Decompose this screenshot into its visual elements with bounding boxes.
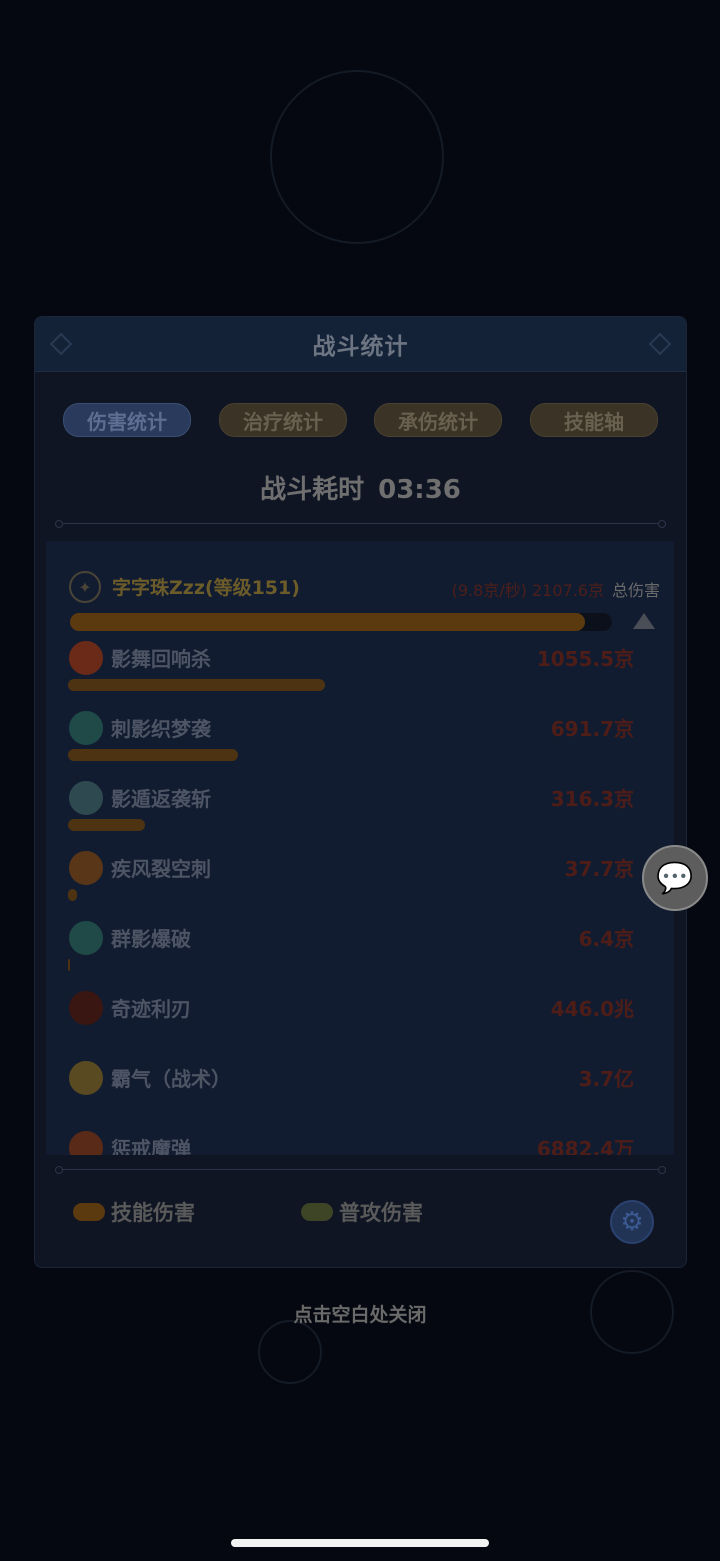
tab-skill-timeline[interactable]: 技能轴	[530, 403, 658, 437]
divider-top	[55, 518, 666, 530]
panel-title: 战斗统计	[312, 334, 409, 360]
total-damage-label: 总伤害	[611, 581, 660, 600]
player-dps-total: (9.8京/秒) 2107.6京	[451, 581, 604, 600]
battle-duration: 战斗耗时 03:36	[35, 469, 686, 506]
skill-row: 霸气（战术） 3.7亿	[46, 1055, 674, 1125]
chat-icon: 💬	[656, 860, 694, 896]
collapse-triangle-icon[interactable]	[633, 613, 655, 629]
skill-row: 影遁返袭斩 316.3京	[46, 775, 674, 845]
skill-name: 霸气（战术）	[111, 1067, 231, 1091]
stats-tabs: 伤害统计 治疗统计 承伤统计 技能轴	[63, 403, 659, 437]
tab-healing-stats[interactable]: 治疗统计	[219, 403, 347, 437]
skill-damage-value: 1055.5京	[536, 647, 634, 671]
shadow-blade-icon	[69, 781, 103, 815]
player-damage-bar-fill	[70, 613, 585, 631]
skill-damage-bar	[68, 959, 70, 971]
skill-damage-value: 37.7京	[564, 857, 634, 881]
tab-damage-taken-stats[interactable]: 承伤统计	[374, 403, 502, 437]
legend-swatch	[301, 1203, 333, 1221]
legend-label: 技能伤害	[111, 1201, 195, 1225]
skill-row: 群影爆破 6.4京	[46, 915, 674, 985]
skill-damage-value: 691.7京	[550, 717, 634, 741]
slash-red-icon	[69, 641, 103, 675]
panel-header: 战斗统计	[35, 317, 686, 372]
skill-name: 群影爆破	[111, 927, 191, 951]
player-damage-bar	[70, 613, 612, 631]
legend-normal-damage: 普攻伤害	[301, 1197, 423, 1227]
gear-icon: ⚙	[620, 1207, 644, 1237]
spiral-teal-icon	[69, 711, 103, 745]
skill-damage-value: 6882.4万	[536, 1137, 634, 1155]
chat-bubble-button[interactable]: 💬	[642, 845, 708, 911]
skill-row: 影舞回响杀 1055.5京	[46, 635, 674, 705]
skill-row: 刺影织梦袭 691.7京	[46, 705, 674, 775]
divider-bottom	[55, 1164, 666, 1176]
background-icon	[258, 1320, 322, 1384]
skill-damage-bar	[68, 749, 238, 761]
home-indicator[interactable]	[231, 1539, 489, 1547]
tab-damage-stats[interactable]: 伤害统计	[63, 403, 191, 437]
skill-damage-bar	[68, 679, 325, 691]
punish-bullet-icon	[69, 1131, 103, 1155]
skill-name: 惩戒魔弹	[111, 1137, 191, 1155]
skill-damage-bar	[68, 819, 146, 831]
wind-pierce-icon	[69, 851, 103, 885]
skill-damage-value: 6.4京	[578, 927, 634, 951]
skill-damage-value: 316.3京	[550, 787, 634, 811]
legend-swatch	[73, 1203, 105, 1221]
damage-legend: 技能伤害 普攻伤害	[73, 1197, 653, 1237]
skill-name: 影遁返袭斩	[111, 787, 211, 811]
player-class-icon: ✦	[69, 571, 101, 603]
settings-gear-button[interactable]: ⚙	[610, 1200, 654, 1244]
skill-name: 奇迹利刃	[111, 997, 191, 1021]
skill-damage-value: 446.0兆	[550, 997, 634, 1021]
skill-name: 刺影织梦袭	[111, 717, 211, 741]
legend-label: 普攻伤害	[339, 1201, 423, 1225]
skill-row: 疾风裂空刺 37.7京	[46, 845, 674, 915]
skill-row: 奇迹利刃 446.0兆	[46, 985, 674, 1055]
damage-list[interactable]: ✦ 字字珠Zzz(等级151) (9.8京/秒) 2107.6京 总伤害 影舞回…	[46, 541, 674, 1155]
miracle-blade-icon	[69, 991, 103, 1025]
battle-stats-panel: 战斗统计 伤害统计 治疗统计 承伤统计 技能轴 战斗耗时 03:36 ✦ 字字珠Z…	[34, 316, 687, 1268]
duration-label: 战斗耗时	[260, 475, 365, 505]
diamond-ornament-icon	[648, 332, 672, 356]
diamond-ornament-icon	[49, 332, 73, 356]
skill-damage-bar	[68, 889, 78, 901]
duration-value: 03:36	[378, 475, 461, 505]
skill-name: 疾风裂空刺	[111, 857, 211, 881]
screen: 战斗统计 伤害统计 治疗统计 承伤统计 技能轴 战斗耗时 03:36 ✦ 字字珠Z…	[0, 0, 720, 1561]
skill-damage-value: 3.7亿	[578, 1067, 634, 1091]
skill-name: 影舞回响杀	[111, 647, 211, 671]
skill-row: 惩戒魔弹 6882.4万	[46, 1125, 674, 1155]
close-hint: 点击空白处关闭	[293, 1304, 427, 1326]
player-name: 字字珠Zzz(等级151)	[112, 577, 300, 599]
burst-teal-icon	[69, 921, 103, 955]
player-summary-row[interactable]: ✦ 字字珠Zzz(等级151) (9.8京/秒) 2107.6京 总伤害	[46, 557, 674, 631]
legend-skill-damage: 技能伤害	[73, 1197, 195, 1227]
aura-gold-icon	[69, 1061, 103, 1095]
background-portrait-frame	[270, 70, 444, 244]
